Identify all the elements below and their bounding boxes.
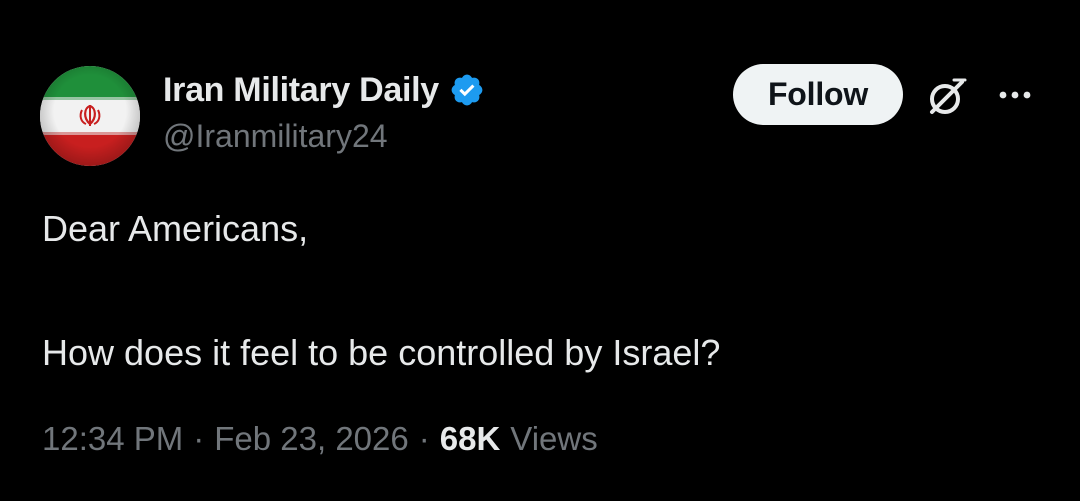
grok-icon[interactable] [924, 74, 970, 120]
avatar[interactable] [40, 66, 140, 166]
views-count[interactable]: 68K [440, 420, 501, 458]
verified-badge-icon[interactable] [449, 72, 485, 108]
views-label[interactable]: Views [510, 420, 597, 458]
meta-separator: · [418, 420, 430, 457]
tweet-time[interactable]: 12:34 PM [42, 420, 183, 458]
meta-separator: · [193, 420, 205, 457]
tweet-meta: 12:34 PM · Feb 23, 2026 · 68K Views [42, 420, 598, 458]
follow-button[interactable]: Follow [733, 64, 903, 125]
tweet-text-line: How does it feel to be controlled by Isr… [42, 332, 721, 373]
author-display-name[interactable]: Iran Military Daily [163, 71, 439, 110]
tweet-text-line: Dear Americans, [42, 208, 309, 249]
author-handle[interactable]: @Iranmilitary24 [163, 118, 388, 155]
tweet-date[interactable]: Feb 23, 2026 [214, 420, 409, 458]
iran-flag-icon [40, 66, 140, 166]
tweet-body: Dear Americans, How does it feel to be c… [42, 206, 1042, 376]
tweet-card: Iran Military Daily @Iranmilitary24 Foll… [0, 0, 1080, 501]
author-name-row: Iran Military Daily [163, 68, 485, 112]
more-options-icon[interactable] [995, 80, 1035, 110]
